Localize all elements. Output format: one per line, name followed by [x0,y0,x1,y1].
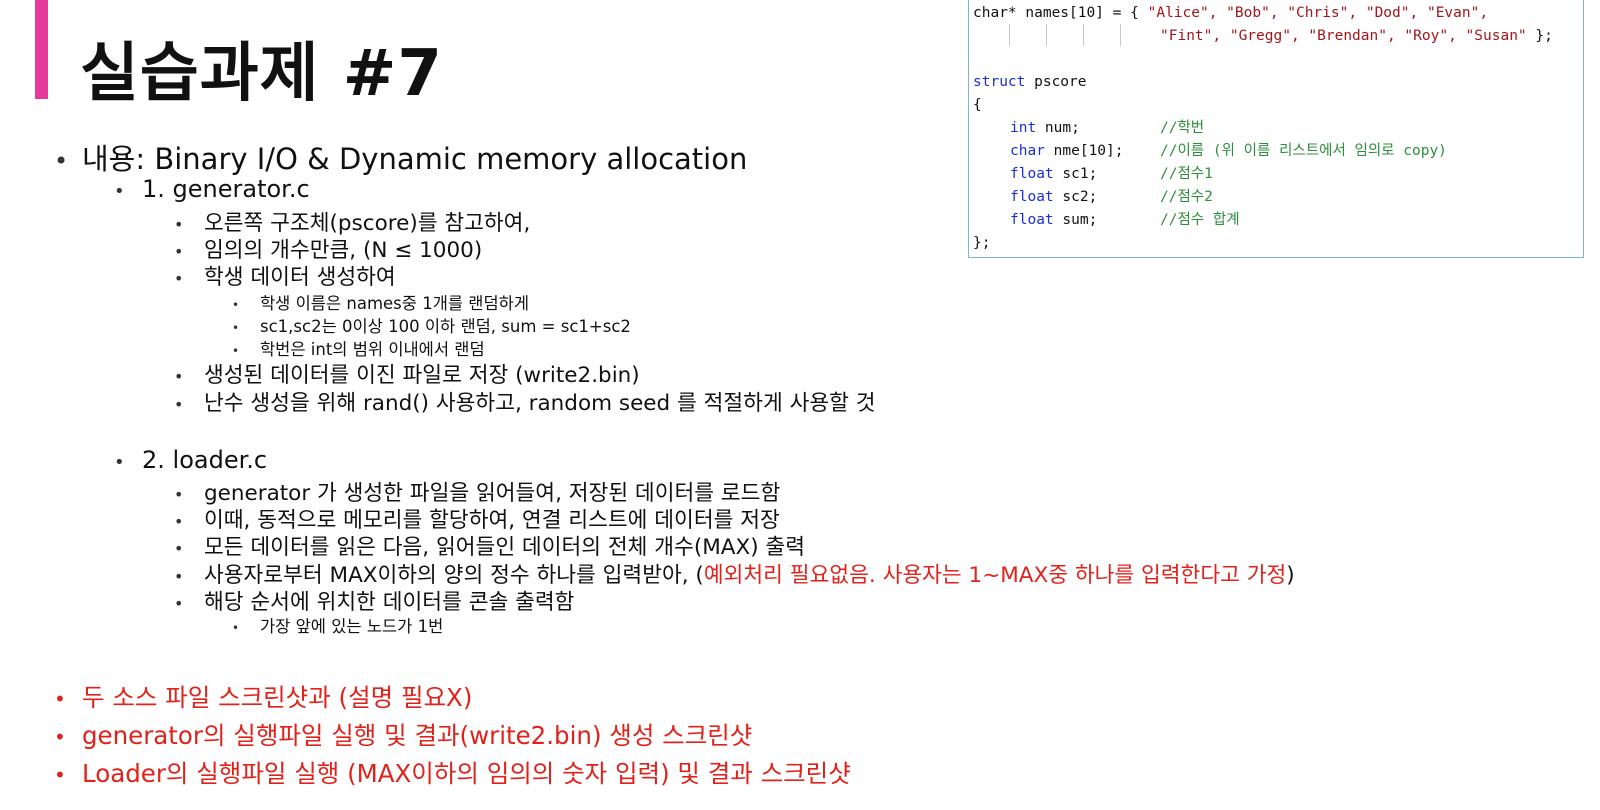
code-field-comment: //이름 (위 이름 리스트에서 임의로 copy) [1160,143,1447,159]
code-field-decl: sc1; [1053,166,1098,182]
assumption-note: 예외처리 필요없음. 사용자는 1~MAX중 하나를 입력한다고 가정 [703,563,1287,588]
code-struct-name: pscore [1025,74,1087,90]
generator-sub-item: • 학번은 int의 범위 이내에서 랜덤 [232,336,485,360]
item-text: 모든 데이터를 읽은 다음, 읽어들인 데이터의 전체 개수(MAX) 출력 [204,535,805,560]
indent-guide [1083,24,1084,46]
bullet-glyph: • [174,485,184,504]
code-names-line-2: "Fint", "Gregg", "Brendan", "Roy", "Susa… [1160,27,1553,45]
bullet-glyph: • [54,147,69,175]
code-field-type: char [1010,143,1045,159]
code-field-type: float [1010,212,1054,228]
section-heading-generator: • 1. generator.c [114,175,310,203]
generator-item: • 난수 생성을 위해 rand() 사용하고, random seed 를 적절… [174,386,876,417]
code-close-brace: }; [973,235,991,251]
sub-item-text: 학생 이름은 names중 1개를 랜덤하게 [260,294,530,313]
section-heading-loader: • 2. loader.c [114,446,267,474]
bullet-glyph: • [232,344,240,358]
bullet-glyph: • [174,512,184,531]
bullet-glyph: • [54,763,66,787]
bullet-glyph: • [232,621,240,635]
bullet-glyph: • [174,367,184,386]
code-open-brace: { [973,97,982,113]
section-heading-text: 1. generator.c [142,175,310,203]
item-text: 학생 데이터 생성하여 [204,265,396,290]
requirement-item: • 두 소스 파일 스크린샷과 (설명 필요X) [54,679,472,714]
indent-guide [1120,24,1121,46]
content-label: • 내용: Binary I/O & Dynamic memory allocat… [54,136,747,178]
section-heading-text: 2. loader.c [142,446,268,474]
bullet-glyph: • [174,395,184,414]
loader-item: • 모든 데이터를 읽은 다음, 읽어들인 데이터의 전체 개수(MAX) 출력 [174,530,805,561]
code-field-comment: //점수1 [1160,166,1213,182]
indent-guide [1009,24,1010,46]
bullet-glyph: • [114,452,125,473]
code-field-comment: //점수2 [1160,189,1213,205]
code-struct-line: struct pscore [973,73,1087,91]
generator-item: • 학생 데이터 생성하여 [174,260,396,291]
code-field-type: float [1010,189,1054,205]
requirement-item: • Loader의 실행파일 실행 (MAX이하의 임의의 숫자 입력) 및 결과… [54,755,851,790]
code-names-row-2: "Fint", "Gregg", "Brendan", "Roy", "Susa… [1160,28,1527,44]
slide-title: 실습과제 #7 [80,37,443,111]
generator-item: • 생성된 데이터를 이진 파일로 저장 (write2.bin) [174,358,640,389]
bullet-glyph: • [174,215,184,234]
generator-sub-item: • 학생 이름은 names중 1개를 랜덤하게 [232,290,529,314]
code-field-decl: nme[10]; [1044,143,1124,159]
code-names-end: }; [1526,28,1553,44]
item-text: 난수 생성을 위해 rand() 사용하고, random seed 를 적절하… [204,391,876,416]
bullet-glyph: • [174,269,184,288]
title-accent-bar [35,0,48,99]
bullet-glyph: • [174,567,184,586]
code-field-sum: float sum; [1010,211,1097,229]
code-field-comment: //학번 [1160,120,1205,136]
generator-sub-item: • sc1,sc2는 0이상 100 이하 랜덤, sum = sc1+sc2 [232,313,631,337]
bullet-glyph: • [232,298,240,312]
requirement-text: generator의 실행파일 실행 및 결과(write2.bin) 생성 스… [82,721,753,750]
requirement-item: • generator의 실행파일 실행 및 결과(write2.bin) 생성 … [54,717,752,752]
bullet-glyph: • [174,242,184,261]
bullet-glyph: • [54,725,66,749]
code-field-type: int [1010,120,1037,136]
content-label-text: 내용: Binary I/O & Dynamic memory allocati… [82,142,748,176]
bullet-glyph: • [232,321,240,335]
code-field-num: int num; [1010,119,1080,137]
code-field-nme: char nme[10]; [1010,142,1124,160]
code-field-decl: num; [1036,120,1080,136]
code-field-decl: sum; [1053,212,1098,228]
code-struct-keyword: struct [973,74,1026,90]
sub-item-text: 학번은 int의 범위 이내에서 랜덤 [260,340,485,359]
code-snippet-box: char* names[10] = { "Alice", "Bob", "Chr… [968,0,1584,258]
code-names-line-1: char* names[10] = { "Alice", "Bob", "Chr… [973,4,1488,22]
requirement-text: 두 소스 파일 스크린샷과 (설명 필요X) [82,683,473,712]
code-field-type: float [1010,166,1054,182]
bullet-glyph: • [54,687,66,711]
sub-item-text: sc1,sc2는 0이상 100 이하 랜덤, sum = sc1+sc2 [260,317,631,336]
sub-item-text: 가장 앞에 있는 노드가 1번 [260,617,444,636]
code-names-row-1: "Alice", "Bob", "Chris", "Dod", "Evan", [1147,5,1489,21]
bullet-glyph: • [114,181,125,202]
code-field-sc2: float sc2; [1010,188,1097,206]
code-field-decl: sc2; [1053,189,1098,205]
indent-guide [1046,24,1047,46]
code-names-prefix: char* names[10] = { [973,5,1148,21]
bullet-glyph: • [174,539,184,558]
code-field-comment: //점수 합계 [1160,212,1240,228]
loader-sub-item: • 가장 앞에 있는 노드가 1번 [232,613,443,637]
item-text-tail: ) [1286,563,1295,588]
requirement-text: Loader의 실행파일 실행 (MAX이하의 임의의 숫자 입력) 및 결과 … [82,759,851,788]
item-text: 생성된 데이터를 이진 파일로 저장 (write2.bin) [204,363,640,388]
loader-item: • 해당 순서에 위치한 데이터를 콘솔 출력함 [174,585,574,616]
code-field-sc1: float sc1; [1010,165,1097,183]
item-text: 해당 순서에 위치한 데이터를 콘솔 출력함 [204,590,575,615]
bullet-glyph: • [174,594,184,613]
